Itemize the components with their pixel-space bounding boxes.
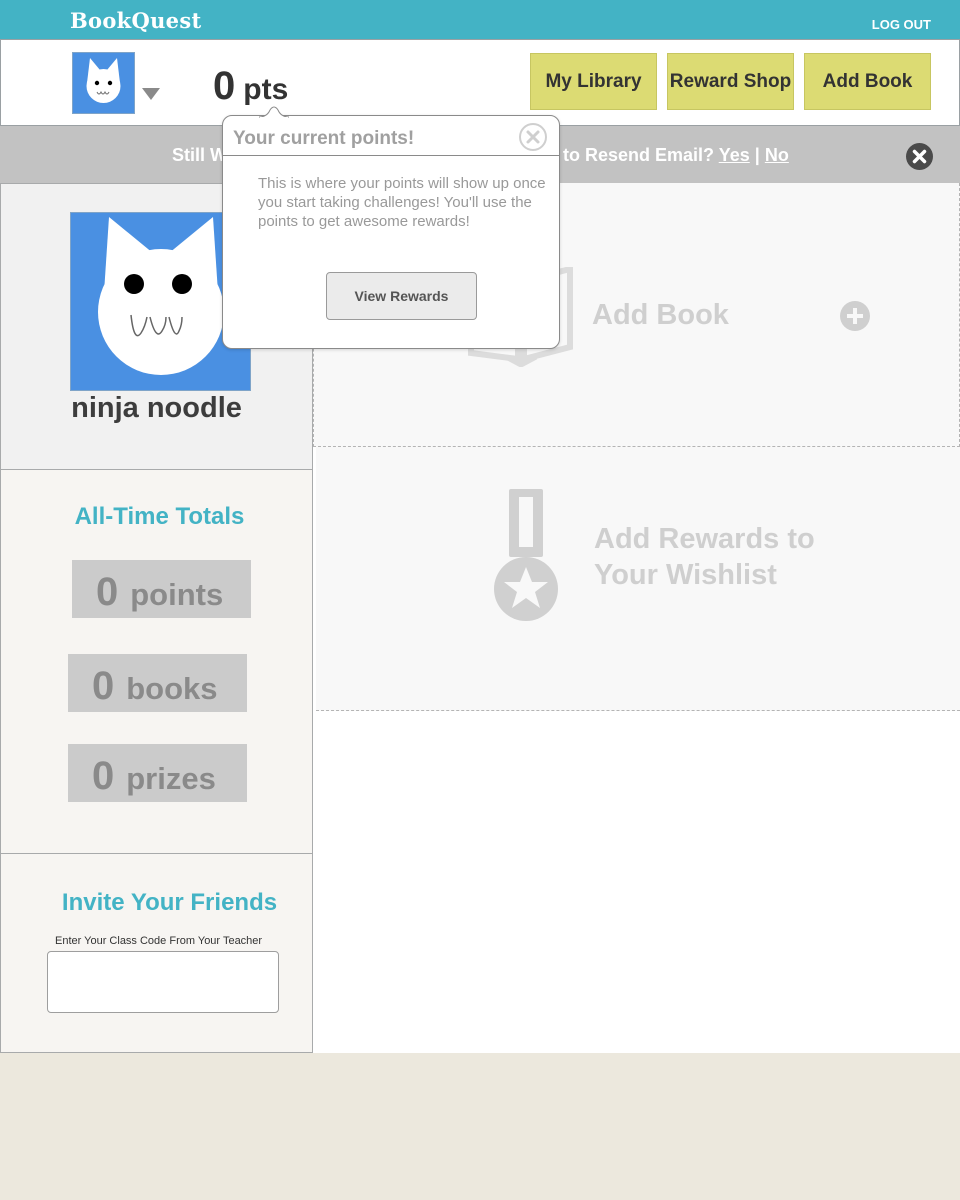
app-logo[interactable]: BookQuest	[70, 8, 201, 33]
username: ninja noodle	[71, 392, 242, 424]
banner-text-right: to Resend Email?	[563, 145, 715, 165]
banner-text: to Resend Email? Yes | No	[563, 145, 789, 166]
banner-no-link[interactable]: No	[765, 145, 789, 165]
totals-card: All-Time Totals 0 points 0 books 0 prizes	[0, 469, 313, 854]
books-stat-value: 0	[92, 664, 115, 708]
popover-title: Your current points!	[233, 128, 415, 149]
add-book-button[interactable]: Add Book	[804, 53, 931, 110]
add-wishlist-title-line1: Add Rewards to	[594, 523, 815, 555]
add-wishlist-title: Add Rewards to Your Wishlist	[594, 521, 815, 593]
points-stat-unit: points	[130, 577, 224, 612]
reward-shop-button[interactable]: Reward Shop	[667, 53, 794, 110]
banner-close-icon[interactable]	[906, 143, 933, 170]
totals-title: All-Time Totals	[74, 503, 245, 530]
add-wishlist-panel[interactable]: Add Rewards to Your Wishlist	[316, 281, 960, 711]
banner-yes-link[interactable]: Yes	[719, 145, 750, 165]
popover-header: Your current points!	[223, 116, 559, 156]
points-stat-value: 0	[96, 570, 119, 614]
add-wishlist-title-line2: Your Wishlist	[594, 559, 777, 591]
header: 0 pts My Library Reward Shop Add Book	[0, 39, 960, 126]
invite-card: Invite Your Friends Enter Your Class Cod…	[0, 853, 313, 1053]
popover-body: This is where your points will show up o…	[258, 175, 546, 230]
page-footer-area	[0, 1053, 960, 1200]
my-library-button[interactable]: My Library	[530, 53, 657, 110]
books-stat-unit: books	[126, 671, 218, 706]
cat-avatar-icon	[86, 58, 121, 103]
invite-title: Invite Your Friends	[61, 889, 278, 916]
top-bar: BookQuest LOG OUT	[0, 0, 960, 39]
prizes-stat-unit: prizes	[126, 761, 216, 796]
avatar[interactable]	[72, 52, 135, 114]
prizes-stat: 0 prizes	[68, 744, 247, 802]
view-rewards-button[interactable]: View Rewards	[326, 272, 477, 320]
books-stat: 0 books	[68, 654, 247, 712]
points-value: 0	[213, 64, 236, 108]
points-display: 0 pts	[213, 64, 288, 109]
points-stat: 0 points	[72, 560, 251, 618]
add-book-plus-icon[interactable]	[840, 301, 870, 331]
add-book-panel-title: Add Book	[592, 299, 729, 331]
class-code-label: Enter Your Class Code From Your Teacher	[55, 935, 263, 947]
logout-link[interactable]: LOG OUT	[872, 17, 931, 32]
medal-icon	[494, 489, 558, 621]
points-unit: pts	[243, 73, 289, 106]
class-code-input[interactable]	[47, 951, 279, 1013]
banner-text-left: Still W	[172, 145, 227, 165]
popover-close-icon[interactable]	[519, 123, 547, 151]
profile-caret-down-icon[interactable]	[142, 88, 160, 100]
banner-separator: |	[754, 145, 760, 165]
points-popover: Your current points! This is where your …	[222, 106, 560, 349]
prizes-stat-value: 0	[92, 754, 115, 798]
